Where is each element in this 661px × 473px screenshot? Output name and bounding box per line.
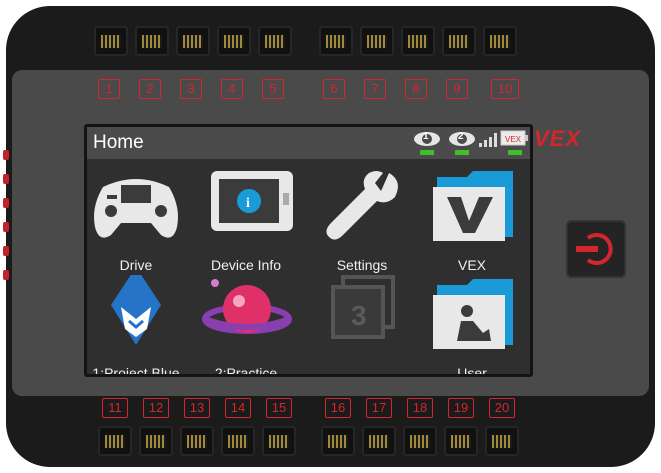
smart-port-17[interactable]	[362, 426, 396, 456]
vex-logo: VEX	[534, 126, 582, 151]
app-label: User	[457, 365, 487, 377]
port-label: 17	[366, 398, 392, 418]
app-vex[interactable]: VEX	[417, 167, 527, 279]
port-label: 7	[364, 79, 386, 99]
smart-port-15[interactable]	[262, 426, 296, 456]
smart-port-5[interactable]	[258, 26, 292, 56]
planet-icon	[202, 279, 292, 334]
port-label: 16	[325, 398, 351, 418]
smart-port-14[interactable]	[221, 426, 255, 456]
smart-port-12[interactable]	[139, 426, 173, 456]
app-settings[interactable]: Settings	[307, 167, 417, 279]
port-label: 14	[225, 398, 251, 418]
battery-icon: VEX	[500, 129, 530, 162]
smart-port-18[interactable]	[403, 426, 437, 456]
port-label: 11	[102, 398, 128, 418]
port-label: 5	[262, 79, 284, 99]
app-drive[interactable]: Drive	[87, 167, 191, 279]
smart-port-11[interactable]	[98, 426, 132, 456]
port-label: 10	[491, 79, 519, 99]
app-user[interactable]: User	[417, 275, 527, 377]
slot-number: 3	[351, 300, 367, 331]
app-practice[interactable]: 2:Practice	[191, 275, 301, 377]
device-info-icon: i	[211, 171, 293, 231]
port-label: 20	[489, 398, 515, 418]
app-label: Drive	[119, 257, 153, 273]
port-label: 8	[405, 79, 427, 99]
smart-port-2[interactable]	[135, 26, 169, 56]
port-label: 6	[323, 79, 345, 99]
smart-port-9[interactable]	[442, 26, 476, 56]
home-button[interactable]	[566, 220, 626, 278]
controller-2-indicator: 2	[447, 129, 481, 162]
port-label: 13	[184, 398, 210, 418]
port-label: 15	[266, 398, 292, 418]
wrench-icon	[326, 171, 398, 240]
port-label: 19	[448, 398, 474, 418]
app-device-info[interactable]: i Device Info	[191, 167, 301, 279]
smart-port-3[interactable]	[176, 26, 210, 56]
app-label: Device Info	[210, 257, 282, 273]
svg-text:i: i	[246, 196, 250, 211]
smart-port-1[interactable]	[94, 26, 128, 56]
power-return-icon	[576, 233, 613, 265]
controller-2-number: 2	[458, 131, 464, 142]
port-label: 4	[221, 79, 243, 99]
port-label: 2	[139, 79, 161, 99]
side-vent-lights	[3, 150, 11, 310]
smart-port-6[interactable]	[319, 26, 353, 56]
screen-header: Home 1 2 VEX	[87, 127, 530, 159]
controller-1-number: 1	[423, 131, 429, 142]
port-label: 12	[143, 398, 169, 418]
app-label: 2:Practice	[214, 365, 278, 377]
signal-strength-icon	[479, 131, 499, 152]
page-title: Home	[93, 132, 144, 153]
gamepad-icon	[94, 179, 178, 238]
smart-port-19[interactable]	[444, 426, 478, 456]
empty-slot-3-icon: 3	[331, 275, 395, 339]
controller-1-indicator: 1	[412, 129, 446, 162]
project-blue-icon	[111, 267, 161, 345]
app-label: VEX	[457, 257, 486, 273]
smart-port-7[interactable]	[360, 26, 394, 56]
smart-port-8[interactable]	[401, 26, 435, 56]
smart-port-4[interactable]	[217, 26, 251, 56]
app-slot-3-empty[interactable]: 3	[307, 275, 417, 374]
app-label: 1:Project Blue	[92, 365, 180, 377]
touch-screen[interactable]: Home 1 2 VEX Drive i Device Info Setting…	[84, 124, 533, 377]
smart-port-10[interactable]	[483, 26, 517, 56]
user-folder-icon	[433, 279, 513, 349]
smart-port-20[interactable]	[485, 426, 519, 456]
svg-text:VEX: VEX	[505, 135, 522, 144]
port-label: 3	[180, 79, 202, 99]
smart-port-16[interactable]	[321, 426, 355, 456]
app-label: Settings	[336, 257, 388, 273]
port-label: 9	[446, 79, 468, 99]
smart-port-13[interactable]	[180, 426, 214, 456]
port-label: 1	[98, 79, 120, 99]
vex-folder-icon	[433, 171, 513, 241]
app-project-blue[interactable]: 1:Project Blue	[87, 267, 191, 377]
port-label: 18	[407, 398, 433, 418]
